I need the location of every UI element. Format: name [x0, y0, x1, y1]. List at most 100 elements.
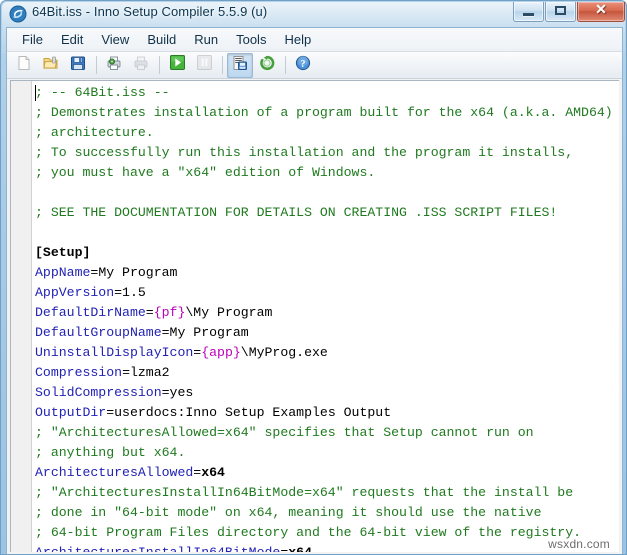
menu-item-help[interactable]: Help	[275, 30, 320, 49]
code-line: ArchitecturesAllowed=x64	[35, 463, 619, 483]
code-token: ; anything but x64.	[35, 445, 186, 460]
code-token: ; Demonstrates installation of a program…	[35, 105, 613, 120]
minimize-button[interactable]	[513, 2, 544, 22]
menu-item-build[interactable]: Build	[138, 30, 185, 49]
toolbar-separator	[222, 56, 223, 74]
code-token: DefaultGroupName	[35, 325, 162, 340]
code-token: x64	[201, 465, 225, 480]
code-token: =	[193, 345, 202, 360]
code-line: ; done in "64-bit mode" on x64, meaning …	[35, 503, 619, 523]
code-line: DefaultGroupName=My Program	[35, 323, 619, 343]
pause-icon	[196, 54, 213, 76]
new-document-icon	[16, 55, 32, 76]
code-token: ; you must have a "x64" edition of Windo…	[35, 165, 376, 180]
code-line: ArchitecturesInstallIn64BitMode=x64	[35, 543, 619, 552]
code-token: ; 64-bit Program Files directory and the…	[35, 525, 582, 540]
code-token: SolidCompression	[35, 385, 162, 400]
close-icon: ✕	[595, 3, 607, 18]
svg-text:?: ?	[301, 58, 306, 69]
help-button[interactable]: ?	[290, 53, 316, 78]
code-token: =userdocs:Inno Setup Examples Output	[106, 405, 392, 420]
code-token: ArchitecturesAllowed	[35, 465, 194, 480]
pause-button[interactable]	[191, 53, 217, 78]
menu-item-view[interactable]: View	[92, 30, 138, 49]
code-token: =	[193, 465, 202, 480]
code-line: ; To successfully run this installation …	[35, 143, 619, 163]
application-window: 64Bit.iss - Inno Setup Compiler 5.5.9 (u…	[0, 0, 627, 555]
editor-gutter	[11, 81, 32, 552]
code-editor[interactable]: ; -- 64Bit.iss -- ; Demonstrates installa…	[10, 80, 619, 552]
code-token: {app}	[201, 345, 241, 360]
code-line: ; "ArchitecturesAllowed=x64" specifies t…	[35, 423, 619, 443]
window-controls: ✕	[512, 2, 625, 22]
window-title: 64Bit.iss - Inno Setup Compiler 5.5.9 (u…	[32, 4, 268, 19]
code-token: AppVersion	[35, 285, 115, 300]
stop-compile-button[interactable]	[254, 53, 280, 78]
code-token: UninstallDisplayIcon	[35, 345, 194, 360]
code-token: ; To successfully run this installation …	[35, 145, 574, 160]
code-line: OutputDir=userdocs:Inno Setup Examples O…	[35, 403, 619, 423]
maximize-icon	[555, 6, 566, 15]
code-line: ; architecture.	[35, 123, 619, 143]
code-line: ; "ArchitecturesInstallIn64BitMode=x64" …	[35, 483, 619, 503]
code-line: SolidCompression=yes	[35, 383, 619, 403]
code-token: DefaultDirName	[35, 305, 146, 320]
help-question-icon: ?	[295, 55, 311, 76]
maximize-button[interactable]	[545, 2, 576, 22]
code-line: DefaultDirName={pf}\My Program	[35, 303, 619, 323]
code-line: AppName=My Program	[35, 263, 619, 283]
code-content[interactable]: ; -- 64Bit.iss -- ; Demonstrates installa…	[35, 83, 619, 552]
open-folder-icon	[43, 55, 59, 76]
code-token: =My Program	[161, 325, 249, 340]
toolbar-separator	[285, 56, 286, 74]
code-token: \My Program	[185, 305, 273, 320]
open-file-button[interactable]	[38, 53, 64, 78]
editor-container: ; -- 64Bit.iss -- ; Demonstrates installa…	[7, 79, 622, 553]
menu-bar: File Edit View Build Run Tools Help	[7, 28, 622, 52]
code-token: =yes	[161, 385, 194, 400]
code-token: ; -- 64Bit.iss --	[35, 85, 170, 100]
code-token: ; SEE THE DOCUMENTATION FOR DETAILS ON C…	[35, 205, 558, 220]
code-token: AppName	[35, 265, 91, 280]
print-preview-icon	[133, 55, 149, 76]
code-token: ArchitecturesInstallIn64BitMode	[35, 545, 280, 552]
code-token: {pf}	[153, 305, 186, 320]
code-token: =1.5	[114, 285, 146, 300]
toolbar: ?	[7, 52, 622, 79]
title-bar[interactable]: 64Bit.iss - Inno Setup Compiler 5.5.9 (u…	[1, 1, 627, 27]
code-token: ; architecture.	[35, 125, 154, 140]
refresh-green-icon	[259, 55, 275, 76]
code-line: ; SEE THE DOCUMENTATION FOR DETAILS ON C…	[35, 203, 619, 223]
code-token: OutputDir	[35, 405, 107, 420]
close-button[interactable]: ✕	[577, 2, 625, 22]
play-green-icon	[169, 54, 186, 76]
toolbar-separator	[159, 56, 160, 74]
save-floppy-icon	[70, 55, 86, 76]
code-line: ; 64-bit Program Files directory and the…	[35, 523, 619, 543]
client-area: File Edit View Build Run Tools Help ? ; …	[6, 27, 623, 554]
print-button[interactable]	[101, 53, 127, 78]
watermark-text: wsxdn.com	[548, 537, 610, 551]
code-token: [Setup]	[35, 245, 91, 260]
code-token: ; done in "64-bit mode" on x64, meaning …	[35, 505, 542, 520]
menu-item-run[interactable]: Run	[185, 30, 227, 49]
menu-item-file[interactable]: File	[13, 30, 52, 49]
compile-icon	[232, 55, 248, 76]
code-line: ; you must have a "x64" edition of Windo…	[35, 163, 619, 183]
save-file-button[interactable]	[65, 53, 91, 78]
code-token: x64	[288, 545, 312, 552]
new-file-button[interactable]	[11, 53, 37, 78]
print-preview-button[interactable]	[128, 53, 154, 78]
code-token: \MyProg.exe	[240, 345, 328, 360]
code-token: =	[145, 305, 154, 320]
menu-item-edit[interactable]: Edit	[52, 30, 92, 49]
code-line: ; Demonstrates installation of a program…	[35, 103, 619, 123]
code-token: =lzma2	[122, 365, 170, 380]
menu-item-tools[interactable]: Tools	[227, 30, 275, 49]
compile-button[interactable]	[227, 52, 253, 78]
print-icon	[106, 55, 122, 76]
code-line: ; -- 64Bit.iss --	[35, 83, 619, 103]
run-button[interactable]	[164, 53, 190, 78]
